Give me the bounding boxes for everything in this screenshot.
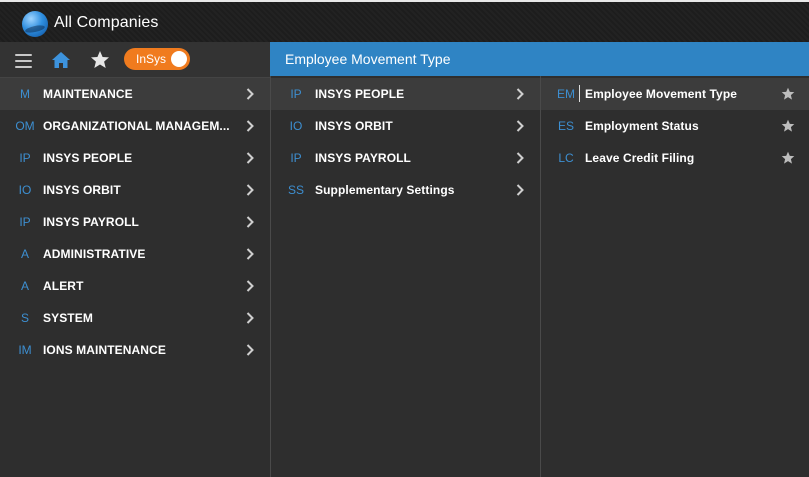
menu-item-administrative[interactable]: A ADMINISTRATIVE [0, 238, 270, 270]
item-leave-credit-filing[interactable]: LC Leave Credit Filing [541, 142, 809, 174]
submenu-item-label: INSYS PAYROLL [315, 151, 411, 165]
chevron-right-icon [516, 88, 524, 100]
item-employment-status[interactable]: ES Employment Status [541, 110, 809, 142]
submenu-column: IP INSYS PEOPLE IO INSYS ORBIT IP INSYS … [270, 76, 540, 477]
menu-item-insys-orbit[interactable]: IO INSYS ORBIT [0, 174, 270, 206]
chevron-right-icon [246, 248, 254, 260]
menu-item-label: ALERT [43, 279, 84, 293]
chevron-right-icon [246, 216, 254, 228]
item-code: EM [557, 87, 575, 101]
favorite-star-icon[interactable] [781, 119, 795, 133]
submenu-item-insys-people[interactable]: IP INSYS PEOPLE [271, 78, 540, 110]
menu-item-label: SYSTEM [43, 311, 93, 325]
item-label: Employee Movement Type [585, 87, 738, 101]
menu-item-label: INSYS ORBIT [43, 183, 121, 197]
item-label: Leave Credit Filing [585, 151, 695, 165]
chevron-right-icon [246, 280, 254, 292]
home-icon[interactable] [51, 50, 71, 70]
globe-logo-icon [22, 11, 48, 37]
submenu-item-label: INSYS ORBIT [315, 119, 393, 133]
item-code: ES [557, 119, 574, 133]
menu-item-maintenance[interactable]: M MAINTENANCE [0, 78, 270, 110]
favorites-star-icon[interactable] [90, 50, 110, 70]
menu-item-system[interactable]: S SYSTEM [0, 302, 270, 334]
text-cursor [579, 85, 580, 102]
page-title: Employee Movement Type [285, 51, 451, 67]
item-label: Employment Status [585, 119, 699, 133]
submenu-item-code: IO [289, 119, 303, 133]
chevron-right-icon [246, 88, 254, 100]
menu-item-organizational-management[interactable]: OM ORGANIZATIONAL MANAGEM... [0, 110, 270, 142]
menu-item-alert[interactable]: A ALERT [0, 270, 270, 302]
submenu-item-code: SS [287, 183, 304, 197]
main-menu-column: M MAINTENANCE OM ORGANIZATIONAL MANAGEM.… [0, 78, 270, 477]
menu-item-insys-people[interactable]: IP INSYS PEOPLE [0, 142, 270, 174]
favorite-star-icon[interactable] [781, 87, 795, 101]
item-code: LC [558, 151, 574, 165]
menu-item-label: MAINTENANCE [43, 87, 133, 101]
menu-item-label: INSYS PAYROLL [43, 215, 139, 229]
submenu-item-code: IP [290, 151, 302, 165]
chevron-right-icon [516, 120, 524, 132]
page-header: Employee Movement Type [270, 42, 809, 76]
menu-item-label: IONS MAINTENANCE [43, 343, 166, 357]
submenu-item-supplementary-settings[interactable]: SS Supplementary Settings [271, 174, 540, 206]
submenu-item-code: IP [290, 87, 302, 101]
title-bar: All Companies [0, 0, 809, 42]
app-title: All Companies [54, 14, 159, 31]
items-column: EM Employee Movement Type ES Employment … [540, 76, 809, 477]
insys-toggle[interactable]: InSys [124, 48, 190, 70]
toggle-knob [171, 51, 187, 67]
submenu-item-label: INSYS PEOPLE [315, 87, 405, 101]
menu-item-label: ADMINISTRATIVE [43, 247, 146, 261]
menu-item-ions-maintenance[interactable]: IM IONS MAINTENANCE [0, 334, 270, 366]
toggle-label: InSys [136, 52, 167, 66]
chevron-right-icon [516, 184, 524, 196]
submenu-item-insys-orbit[interactable]: IO INSYS ORBIT [271, 110, 540, 142]
favorite-star-icon[interactable] [781, 151, 795, 165]
chevron-right-icon [246, 312, 254, 324]
submenu-item-insys-payroll[interactable]: IP INSYS PAYROLL [271, 142, 540, 174]
hamburger-menu-icon[interactable] [15, 54, 32, 68]
submenu-item-label: Supplementary Settings [315, 183, 455, 197]
menu-item-label: ORGANIZATIONAL MANAGEM... [43, 119, 230, 133]
chevron-right-icon [246, 184, 254, 196]
chevron-right-icon [246, 344, 254, 356]
menu-item-label: INSYS PEOPLE [43, 151, 133, 165]
chevron-right-icon [516, 152, 524, 164]
chevron-right-icon [246, 120, 254, 132]
item-employee-movement-type[interactable]: EM Employee Movement Type [541, 78, 809, 110]
chevron-right-icon [246, 152, 254, 164]
menu-item-insys-payroll[interactable]: IP INSYS PAYROLL [0, 206, 270, 238]
